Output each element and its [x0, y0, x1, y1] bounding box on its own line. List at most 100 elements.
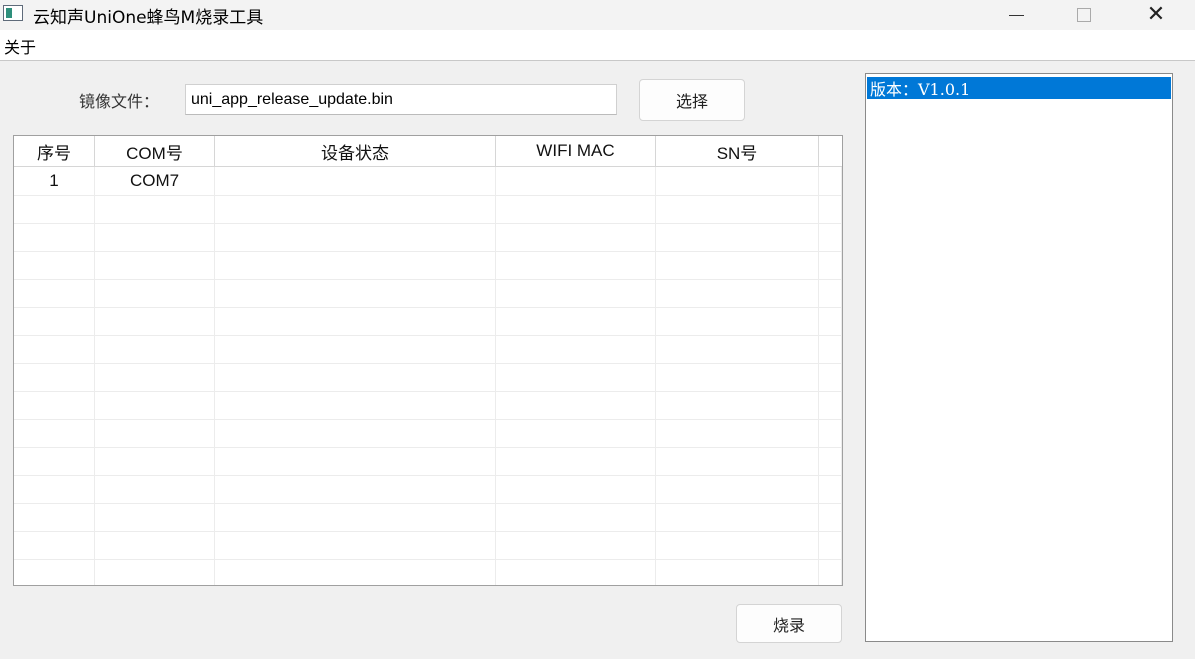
table-row[interactable]: [14, 503, 842, 532]
table-cell: [656, 335, 819, 363]
maximize-button[interactable]: [1054, 0, 1114, 30]
table-row[interactable]: [14, 559, 842, 585]
table-cell: [496, 419, 656, 447]
maximize-icon: [1077, 8, 1091, 22]
table-cell: [496, 167, 656, 195]
table-cell: [95, 279, 215, 307]
table-cell: [215, 167, 496, 195]
table-row[interactable]: [14, 279, 842, 308]
window-title: 云知声UniOne蜂鸟M烧录工具: [33, 8, 264, 28]
column-header-status[interactable]: 设备状态: [215, 136, 496, 166]
table-cell: [95, 503, 215, 531]
table-cell: [215, 447, 496, 475]
table-cell: [95, 195, 215, 223]
column-header-sn[interactable]: SN号: [656, 136, 819, 166]
table-cell: [819, 195, 842, 223]
table-row[interactable]: [14, 475, 842, 504]
table-cell: [14, 419, 95, 447]
menu-bar: 关于: [0, 30, 1195, 61]
table-row[interactable]: [14, 195, 842, 224]
table-cell: [819, 307, 842, 335]
table-cell: [95, 475, 215, 503]
close-button[interactable]: ✕: [1126, 0, 1186, 30]
column-header-wifi-mac[interactable]: WIFI MAC: [496, 136, 656, 166]
table-cell: [819, 531, 842, 559]
table-cell: [14, 223, 95, 251]
table-cell: [215, 531, 496, 559]
table-cell: [656, 503, 819, 531]
table-row[interactable]: [14, 531, 842, 560]
table-row[interactable]: [14, 363, 842, 392]
table-cell: [215, 307, 496, 335]
table-cell: [496, 223, 656, 251]
table-cell: [95, 307, 215, 335]
table-row[interactable]: [14, 307, 842, 336]
table-cell: [819, 251, 842, 279]
table-row[interactable]: [14, 223, 842, 252]
table-cell: [656, 279, 819, 307]
table-cell: [215, 251, 496, 279]
table-row[interactable]: [14, 251, 842, 280]
column-header-com[interactable]: COM号: [95, 136, 215, 166]
table-cell: [14, 279, 95, 307]
table-cell: [656, 167, 819, 195]
table-cell: [95, 251, 215, 279]
table-cell: [819, 363, 842, 391]
table-cell: [656, 447, 819, 475]
image-file-label: 镜像文件：: [79, 92, 160, 111]
table-header: 序号 COM号 设备状态 WIFI MAC SN号: [14, 136, 842, 167]
log-line-version[interactable]: 版本：V1.0.1: [867, 77, 1171, 99]
table-cell: 1: [14, 167, 95, 195]
image-file-input[interactable]: [185, 84, 617, 115]
table-row[interactable]: [14, 335, 842, 364]
table-cell: [656, 475, 819, 503]
column-header-index[interactable]: 序号: [14, 136, 95, 166]
table-cell: [14, 559, 95, 585]
table-row[interactable]: 1 COM7: [14, 167, 842, 196]
table-cell: [14, 475, 95, 503]
table-cell: [496, 279, 656, 307]
table-cell: [496, 391, 656, 419]
table-row[interactable]: [14, 447, 842, 476]
table-cell: [496, 531, 656, 559]
table-cell: [14, 335, 95, 363]
minimize-icon: [1008, 14, 1024, 16]
table-cell: [14, 503, 95, 531]
table-row[interactable]: [14, 391, 842, 420]
table-row[interactable]: [14, 419, 842, 448]
table-cell: [819, 167, 842, 195]
table-cell: [215, 391, 496, 419]
menu-item-about[interactable]: 关于: [4, 34, 36, 58]
table-cell: [95, 363, 215, 391]
table-cell: [656, 363, 819, 391]
table-cell: [95, 447, 215, 475]
table-cell: [496, 195, 656, 223]
table-cell: [215, 195, 496, 223]
log-panel[interactable]: 版本：V1.0.1: [865, 73, 1173, 642]
table-cell: [95, 531, 215, 559]
table-cell: [656, 223, 819, 251]
table-cell: [215, 475, 496, 503]
table-cell: [819, 559, 842, 585]
table-cell: [656, 307, 819, 335]
minimize-button[interactable]: [986, 0, 1046, 30]
device-table: 序号 COM号 设备状态 WIFI MAC SN号 1 COM7: [13, 135, 843, 586]
table-cell: [819, 419, 842, 447]
table-cell: [95, 559, 215, 585]
app-icon: [3, 5, 23, 21]
burn-button[interactable]: 烧录: [736, 604, 842, 643]
select-button[interactable]: 选择: [639, 79, 745, 121]
table-cell: [819, 391, 842, 419]
table-cell: [496, 559, 656, 585]
close-icon: ✕: [1146, 2, 1166, 27]
table-cell: [14, 195, 95, 223]
title-bar: 云知声UniOne蜂鸟M烧录工具 ✕: [0, 0, 1195, 30]
table-cell: [819, 475, 842, 503]
table-cell: [14, 251, 95, 279]
table-cell: [14, 391, 95, 419]
table-cell: [656, 195, 819, 223]
table-cell: [656, 531, 819, 559]
table-cell: [819, 447, 842, 475]
table-cell: [656, 559, 819, 585]
table-cell: [215, 503, 496, 531]
